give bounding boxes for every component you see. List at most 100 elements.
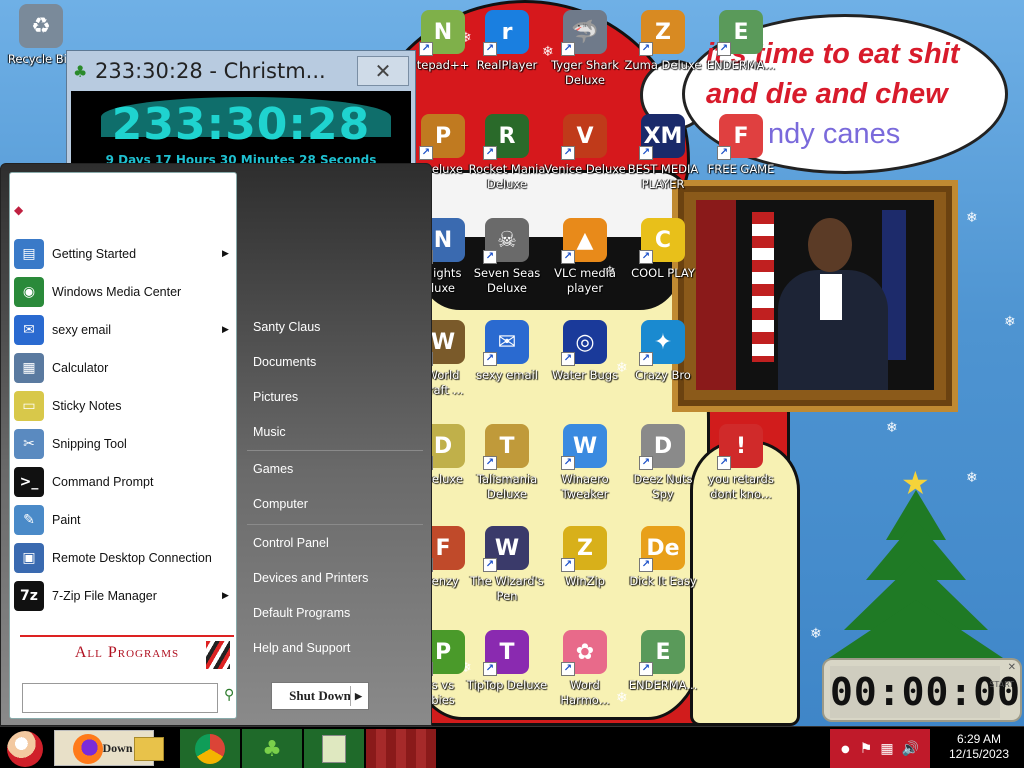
framed-portrait[interactable]: [672, 180, 958, 412]
desktop-shortcut[interactable]: T ↗ Talismania Deluxe: [466, 424, 548, 502]
gadget-close-icon[interactable]: ✕: [1008, 662, 1016, 673]
submenu-arrow-icon[interactable]: ▶: [222, 591, 232, 601]
desktop-shortcut[interactable]: E ↗ ENDERMA...: [622, 630, 704, 693]
portrait-person-head: [808, 218, 852, 272]
desktop-shortcut[interactable]: D ↗ Deez Nuts Spy: [622, 424, 704, 502]
start-menu-item-label: Windows Media Center: [52, 285, 182, 299]
close-icon: ✕: [374, 59, 392, 83]
desktop-shortcut[interactable]: ✦ ↗ Crazy Bro: [622, 320, 704, 383]
shortcut-arrow-icon: ↗: [639, 662, 653, 676]
desktop-shortcut-label: RealPlayer: [476, 58, 538, 72]
search-icon[interactable]: ⚲: [224, 687, 234, 703]
start-menu-link-documents[interactable]: Documents: [253, 355, 316, 369]
start-menu-link-control-panel[interactable]: Control Panel: [253, 536, 329, 550]
desktop-shortcut[interactable]: De ↗ Dick It Easy: [622, 526, 704, 589]
start-menu-link-help-and-support[interactable]: Help and Support: [253, 641, 350, 655]
start-menu-divider: [247, 524, 423, 525]
shutdown-options-arrow-icon[interactable]: ▶: [350, 686, 366, 706]
sm-item-sexy-email[interactable]: ✉ sexy email ▶: [14, 313, 232, 347]
start-search-input[interactable]: [23, 684, 217, 712]
desktop-shortcut[interactable]: W ↗ Winaero Tweaker: [544, 424, 626, 502]
start-menu-link-music[interactable]: Music: [253, 425, 286, 439]
sm-item-windows-media-center[interactable]: ◉ Windows Media Center: [14, 275, 232, 309]
shortcut-arrow-icon: ↗: [561, 42, 575, 56]
shortcut-arrow-icon: ↗: [561, 146, 575, 160]
network-icon[interactable]: ▦: [880, 741, 893, 757]
close-button[interactable]: ✕: [357, 56, 409, 86]
countdown-taskbar-button[interactable]: ♣: [242, 729, 302, 768]
start-menu-link-default-programs[interactable]: Default Programs: [253, 606, 350, 620]
file-explorer-taskbar-button[interactable]: [128, 729, 170, 768]
stopwatch-start-button[interactable]: START: [989, 680, 1014, 689]
shortcut-arrow-icon: ↗: [717, 146, 731, 160]
desktop-shortcut[interactable]: Z ↗ WinZip: [544, 526, 626, 589]
desktop-shortcut-label: you retards dont kno...: [708, 472, 774, 501]
desktop-shortcut[interactable]: ◎ ↗ Water Bugs: [544, 320, 626, 383]
start-menu-link-santy-claus[interactable]: Santy Claus: [253, 320, 320, 334]
desktop-shortcut[interactable]: C ↗ COOL PLAY: [622, 218, 704, 281]
start-menu-item-label: Remote Desktop Connection: [52, 551, 212, 565]
desktop-shortcut[interactable]: ▲ ↗ VLC media player: [544, 218, 626, 296]
chrome-taskbar-button[interactable]: [180, 729, 240, 768]
santa-orb-icon: [7, 731, 43, 767]
stopwatch-gadget[interactable]: 00:00:00 START ✕: [822, 658, 1022, 722]
sm-item-calculator[interactable]: ▦ Calculator: [14, 351, 232, 385]
start-button[interactable]: [2, 729, 48, 768]
submenu-arrow-icon[interactable]: ▶: [222, 249, 232, 259]
sm-item-remote-desktop[interactable]: ▣ Remote Desktop Connection: [14, 541, 232, 575]
start-menu-divider: [247, 450, 423, 451]
desktop-shortcut[interactable]: V ↗ Venice Deluxe: [544, 114, 626, 177]
flag-icon[interactable]: ⚑: [860, 741, 873, 757]
show-hidden-icons-icon[interactable]: ●: [841, 744, 850, 755]
shortcut-arrow-icon: ↗: [419, 146, 433, 160]
countdown-titlebar[interactable]: ♣ 233:30:28 - Christm... ✕: [67, 51, 415, 91]
all-programs-button[interactable]: All Programs: [20, 635, 234, 669]
volume-icon[interactable]: 🔊: [902, 741, 919, 757]
water-bugs-icon: ◎ ↗: [561, 320, 607, 366]
sm-item-getting-started[interactable]: ▤ Getting Started ▶: [14, 237, 232, 271]
notification-area[interactable]: ● ⚑ ▦ 🔊: [830, 729, 930, 768]
shortcut-arrow-icon: ↗: [483, 558, 497, 572]
start-menu-link-devices-and-printers[interactable]: Devices and Printers: [253, 571, 368, 585]
chrome-icon: [195, 734, 225, 764]
desktop-shortcut[interactable]: XM ↗ BEST MEDIA PLAYER: [622, 114, 704, 192]
desktop-shortcut[interactable]: 🦈 ↗ Tyger Shark Deluxe: [544, 10, 626, 88]
desktop-shortcut[interactable]: ✉ ↗ sexy email: [466, 320, 548, 383]
sticky-notes-taskbar-button[interactable]: [304, 729, 364, 768]
desktop-shortcut[interactable]: F ↗ FREE GAME: [700, 114, 782, 177]
desktop-shortcut[interactable]: E ↗ ENDERMA...: [700, 10, 782, 73]
sexy-email-desktop-icon: ✉ ↗: [483, 320, 529, 366]
desktop-shortcut[interactable]: Z ↗ Zuma Deluxe: [622, 10, 704, 73]
snowflake-icon: ❄: [1004, 314, 1016, 330]
folder-icon: [134, 737, 164, 761]
shutdown-button[interactable]: Shut Down ▶: [271, 682, 369, 710]
desktop-shortcut-label: Tyger Shark Deluxe: [551, 58, 619, 87]
desktop-shortcut[interactable]: ☠ ↗ Seven Seas Deluxe: [466, 218, 548, 296]
countdown-window[interactable]: ♣ 233:30:28 - Christm... ✕ 233:30:28 9 D…: [66, 50, 416, 170]
start-menu-link-pictures[interactable]: Pictures: [253, 390, 298, 404]
desktop-shortcut-label: BEST MEDIA PLAYER: [627, 162, 699, 191]
sm-item-sticky-notes[interactable]: ▭ Sticky Notes: [14, 389, 232, 423]
submenu-arrow-icon[interactable]: ▶: [222, 325, 232, 335]
us-flag-icon: [752, 212, 774, 362]
sm-item-snipping-tool[interactable]: ✂ Snipping Tool: [14, 427, 232, 461]
desktop-shortcut[interactable]: T ↗ TipTop Deluxe: [466, 630, 548, 693]
desktop-shortcut[interactable]: W ↗ The Wizard's Pen: [466, 526, 548, 604]
start-search-box[interactable]: [22, 683, 218, 713]
sm-item-command-prompt[interactable]: >_ Command Prompt: [14, 465, 232, 499]
start-menu-item-label: Calculator: [52, 361, 109, 375]
desktop-shortcut[interactable]: ! ↗ you retards dont kno...: [700, 424, 782, 502]
snipping-tool-icon: ✂: [14, 429, 44, 459]
desktop-shortcut[interactable]: r ↗ RealPlayer: [466, 10, 548, 73]
start-menu-link-games[interactable]: Games: [253, 462, 293, 476]
all-programs-label: All Programs: [74, 644, 180, 661]
shortcut-arrow-icon: ↗: [561, 456, 575, 470]
start-menu-item-label: sexy email: [52, 323, 112, 337]
firefox-taskbar-button[interactable]: [68, 729, 108, 768]
start-menu-link-computer[interactable]: Computer: [253, 497, 308, 511]
desktop-shortcut[interactable]: ✿ ↗ Word Harmo...: [544, 630, 626, 708]
taskbar-clock[interactable]: 6:29 AM 12/15/2023: [944, 732, 1014, 762]
sm-item-paint[interactable]: ✎ Paint: [14, 503, 232, 537]
desktop-shortcut[interactable]: R ↗ Rocket Mania Deluxe: [466, 114, 548, 192]
sm-item-7zip[interactable]: 7z 7-Zip File Manager ▶: [14, 579, 232, 613]
